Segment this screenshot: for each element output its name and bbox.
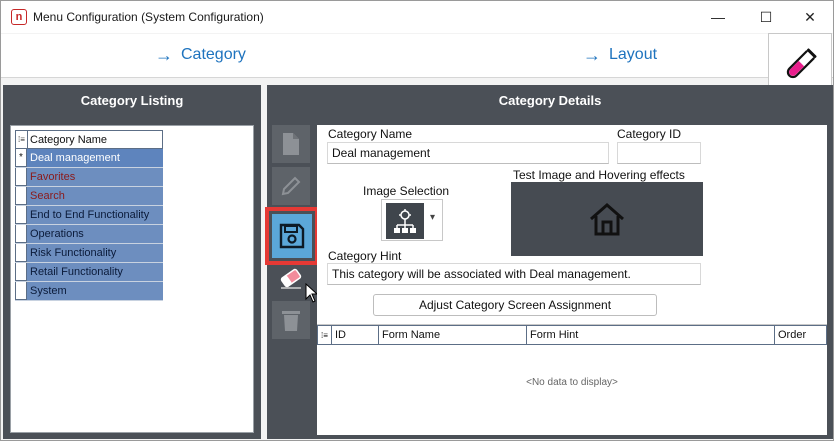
list-item[interactable]: Operations: [15, 225, 163, 244]
title-bar: n Menu Configuration (System Configurati…: [1, 1, 833, 33]
category-details-form: Category Name Deal management Category I…: [317, 125, 827, 435]
list-item-label[interactable]: Retail Functionality: [27, 263, 163, 281]
document-icon: [283, 133, 299, 155]
new-document-button[interactable]: [272, 125, 310, 163]
list-item-label[interactable]: End to End Functionality: [27, 206, 163, 224]
category-details-panel: Category Details Category Name Deal mana…: [265, 85, 833, 439]
id-column-header[interactable]: ID: [332, 326, 379, 344]
list-item[interactable]: Risk Functionality: [15, 244, 163, 263]
row-indicator: [15, 263, 27, 281]
edit-button[interactable]: [272, 167, 310, 205]
chevron-down-icon: ▾: [430, 212, 436, 223]
list-item[interactable]: Favorites: [15, 168, 163, 187]
category-grid-header: ⁞≡ Category Name: [15, 130, 163, 149]
form-hint-column-header[interactable]: Form Hint: [527, 326, 775, 344]
save-highlight: [265, 207, 319, 265]
image-selection-label: Image Selection: [363, 184, 450, 198]
home-icon: [590, 203, 624, 236]
column-chooser-icon[interactable]: ⁞≡: [16, 131, 28, 148]
category-name-field[interactable]: Deal management: [327, 142, 609, 164]
form-assignment-grid: ⁞≡ ID Form Name Form Hint Order <No data…: [317, 324, 827, 435]
org-chart-icon: [394, 209, 416, 233]
category-listing-panel: Category Listing ⁞≡ Category Name * Deal…: [3, 85, 261, 439]
row-indicator: [15, 225, 27, 243]
category-id-field[interactable]: [617, 142, 701, 164]
category-listing-title: Category Listing: [80, 93, 184, 108]
window-title: Menu Configuration (System Configuration…: [33, 10, 264, 24]
category-grid: ⁞≡ Category Name * Deal management Favor…: [15, 130, 163, 301]
arrow-right-icon: →: [155, 45, 173, 65]
empty-grid-message: <No data to display>: [526, 377, 618, 388]
list-item[interactable]: * Deal management: [15, 149, 163, 168]
test-image-label: Test Image and Hovering effects: [513, 168, 685, 182]
trash-icon: [282, 311, 300, 331]
action-toolbar: [265, 125, 319, 435]
image-selection-dropdown[interactable]: ▾: [381, 199, 443, 241]
nav-category-link[interactable]: → Category: [155, 46, 246, 64]
row-indicator: [15, 206, 27, 224]
row-indicator: [15, 244, 27, 262]
form-name-column-header[interactable]: Form Name: [379, 326, 527, 344]
list-item[interactable]: System: [15, 282, 163, 301]
close-button[interactable]: ✕: [787, 1, 833, 33]
app-logo-icon: n: [11, 9, 27, 25]
maximize-button[interactable]: ☐: [743, 1, 789, 33]
category-hint-label: Category Hint: [328, 249, 402, 263]
nav-layout-label: Layout: [609, 46, 658, 63]
list-item-label[interactable]: Favorites: [27, 168, 163, 186]
form-grid-header: ⁞≡ ID Form Name Form Hint Order: [317, 325, 827, 345]
nav-category-label: Category: [181, 46, 246, 63]
image-thumbnail: [386, 203, 424, 239]
floppy-disk-icon: [279, 223, 305, 249]
minimize-button[interactable]: —: [695, 1, 741, 33]
list-item-label[interactable]: Risk Functionality: [27, 244, 163, 262]
category-details-title: Category Details: [498, 93, 602, 108]
list-item-label[interactable]: Operations: [27, 225, 163, 243]
adjust-category-screen-button[interactable]: Adjust Category Screen Assignment: [373, 294, 657, 316]
list-item-label[interactable]: Search: [27, 187, 163, 205]
category-list-box: ⁞≡ Category Name * Deal management Favor…: [10, 125, 254, 433]
row-indicator: [15, 168, 27, 186]
list-item-label[interactable]: System: [27, 282, 163, 300]
app-window: n Menu Configuration (System Configurati…: [0, 0, 834, 441]
save-button[interactable]: [272, 214, 312, 258]
category-name-header[interactable]: Category Name: [28, 134, 107, 146]
nav-bar: → Category → Layout: [1, 34, 833, 78]
row-indicator: [15, 282, 27, 300]
arrow-right-icon: →: [583, 45, 601, 65]
order-column-header[interactable]: Order: [775, 326, 826, 344]
row-indicator: [15, 187, 27, 205]
eraser-icon: [280, 268, 302, 289]
row-indicator: *: [15, 149, 27, 167]
pencil-icon: [281, 176, 301, 196]
delete-button[interactable]: [272, 301, 310, 339]
test-tube-icon: [786, 48, 817, 79]
test-image-preview[interactable]: [511, 182, 703, 256]
list-item[interactable]: Retail Functionality: [15, 263, 163, 282]
category-hint-field[interactable]: This category will be associated with De…: [327, 263, 701, 285]
category-name-label: Category Name: [328, 127, 413, 141]
list-item[interactable]: Search: [15, 187, 163, 206]
list-item[interactable]: End to End Functionality: [15, 206, 163, 225]
category-id-label: Category ID: [617, 127, 682, 141]
column-chooser-icon[interactable]: ⁞≡: [318, 326, 332, 344]
list-item-label[interactable]: Deal management: [27, 149, 163, 167]
nav-layout-link[interactable]: → Layout: [583, 46, 657, 64]
